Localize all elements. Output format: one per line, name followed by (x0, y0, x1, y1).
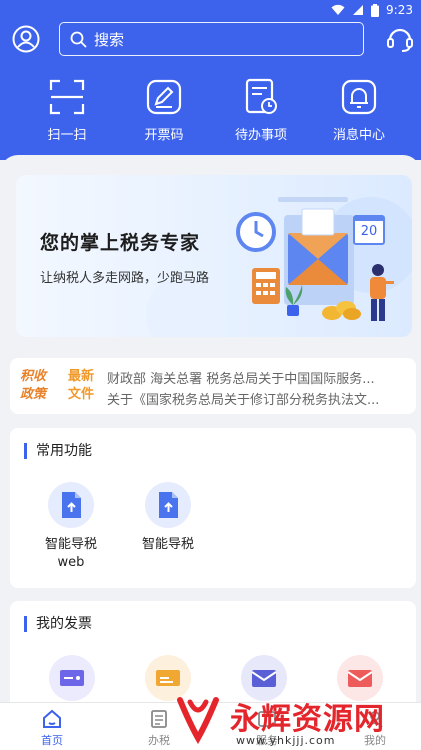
quick-action-messages[interactable]: 消息中心 (309, 78, 409, 143)
policy-badge-line: 积收 (20, 369, 47, 384)
news-item[interactable]: 财政部 海关总署 税务总局关于中国国际服务... (107, 368, 407, 387)
watermark-logo-icon (177, 697, 219, 744)
function-item-smart-guide-web[interactable]: 智能导税 web (26, 482, 116, 572)
tab-home[interactable]: 首页 (22, 709, 82, 748)
common-functions-card: 常用功能 智能导税 web 智能导税 (10, 428, 416, 588)
clock-icon (236, 212, 276, 252)
search-placeholder: 搜索 (94, 30, 125, 49)
battery-icon (371, 3, 380, 17)
calculator-icon (252, 268, 280, 304)
document-icon (151, 710, 167, 728)
function-label: 智能导税 (141, 537, 194, 552)
avatar-icon[interactable] (12, 25, 40, 53)
quick-action-label: 消息中心 (332, 128, 385, 143)
headset-icon[interactable] (385, 24, 415, 54)
quick-action-label: 开票码 (144, 128, 184, 143)
header: 搜索 扫一扫 开票码 待办事项 消息中心 (0, 22, 421, 160)
red-envelope-icon (347, 670, 373, 687)
latest-label-line: 文件 (68, 387, 95, 402)
watermark: 永辉资源网 www.yhkjjj.com (176, 692, 421, 750)
policy-badge: 积收 政策 (20, 368, 46, 404)
function-icon-wrap (145, 482, 191, 528)
quick-action-label: 待办事项 (234, 128, 287, 143)
coins-icon (322, 301, 361, 320)
status-time: 9:23 (386, 3, 413, 17)
latest-files-label: 最新 文件 (68, 368, 94, 404)
quick-action-invoice-code[interactable]: 开票码 (114, 78, 214, 143)
promo-banner[interactable]: 20 您的掌上税务专家 让纳税人多走网路，少跑马路 (16, 175, 412, 337)
tab-label: 首页 (41, 734, 63, 747)
watermark-title: 永辉资源网 (230, 702, 385, 737)
plant-icon (285, 285, 303, 316)
bell-icon (341, 79, 377, 115)
section-title: 我的发票 (24, 616, 92, 632)
upload-document-icon (62, 492, 81, 518)
banner-subtitle: 让纳税人多走网路，少跑马路 (40, 271, 210, 286)
status-icons: 9:23 (331, 3, 413, 17)
section-title: 常用功能 (24, 443, 92, 459)
tab-label: 办税 (148, 734, 170, 747)
function-label-line2: web (57, 555, 85, 570)
wifi-icon (331, 4, 345, 15)
watermark-url: www.yhkjjj.com (236, 734, 336, 747)
signal-icon (353, 5, 364, 15)
news-ticker[interactable]: 积收 政策 最新 文件 财政部 海关总署 税务总局关于中国国际服务... 关于《… (10, 358, 416, 414)
quick-action-label: 扫一扫 (47, 128, 87, 143)
function-label: 智能导税 (44, 537, 97, 552)
calendar-icon: 20 (353, 215, 385, 245)
status-bar: 9:23 (0, 0, 421, 22)
search-icon (70, 31, 87, 47)
banner-title: 您的掌上税务专家 (40, 232, 201, 254)
policy-badge-line: 政策 (20, 387, 47, 402)
search-input[interactable]: 搜索 (59, 22, 364, 56)
invoice-icon-wrap (49, 655, 95, 701)
invoice-item[interactable] (27, 655, 117, 709)
person-illustration (370, 264, 394, 321)
invoice-code-icon (146, 79, 182, 115)
quick-action-todo[interactable]: 待办事项 (211, 78, 311, 143)
ticket-icon (156, 670, 180, 686)
mail-invoice-icon (251, 670, 277, 687)
function-icon-wrap (48, 482, 94, 528)
function-item-smart-guide[interactable]: 智能导税 (123, 482, 213, 554)
scan-icon (49, 79, 85, 115)
quick-action-scan[interactable]: 扫一扫 (17, 78, 117, 143)
latest-label-line: 最新 (68, 369, 95, 384)
upload-document-icon (159, 492, 178, 518)
home-icon (43, 709, 61, 728)
invoice-card-icon (60, 670, 84, 686)
todo-icon (245, 78, 277, 114)
calendar-day: 20 (360, 224, 378, 239)
news-item[interactable]: 关于《国家税务总局关于修订部分税务执法文... (107, 389, 407, 408)
